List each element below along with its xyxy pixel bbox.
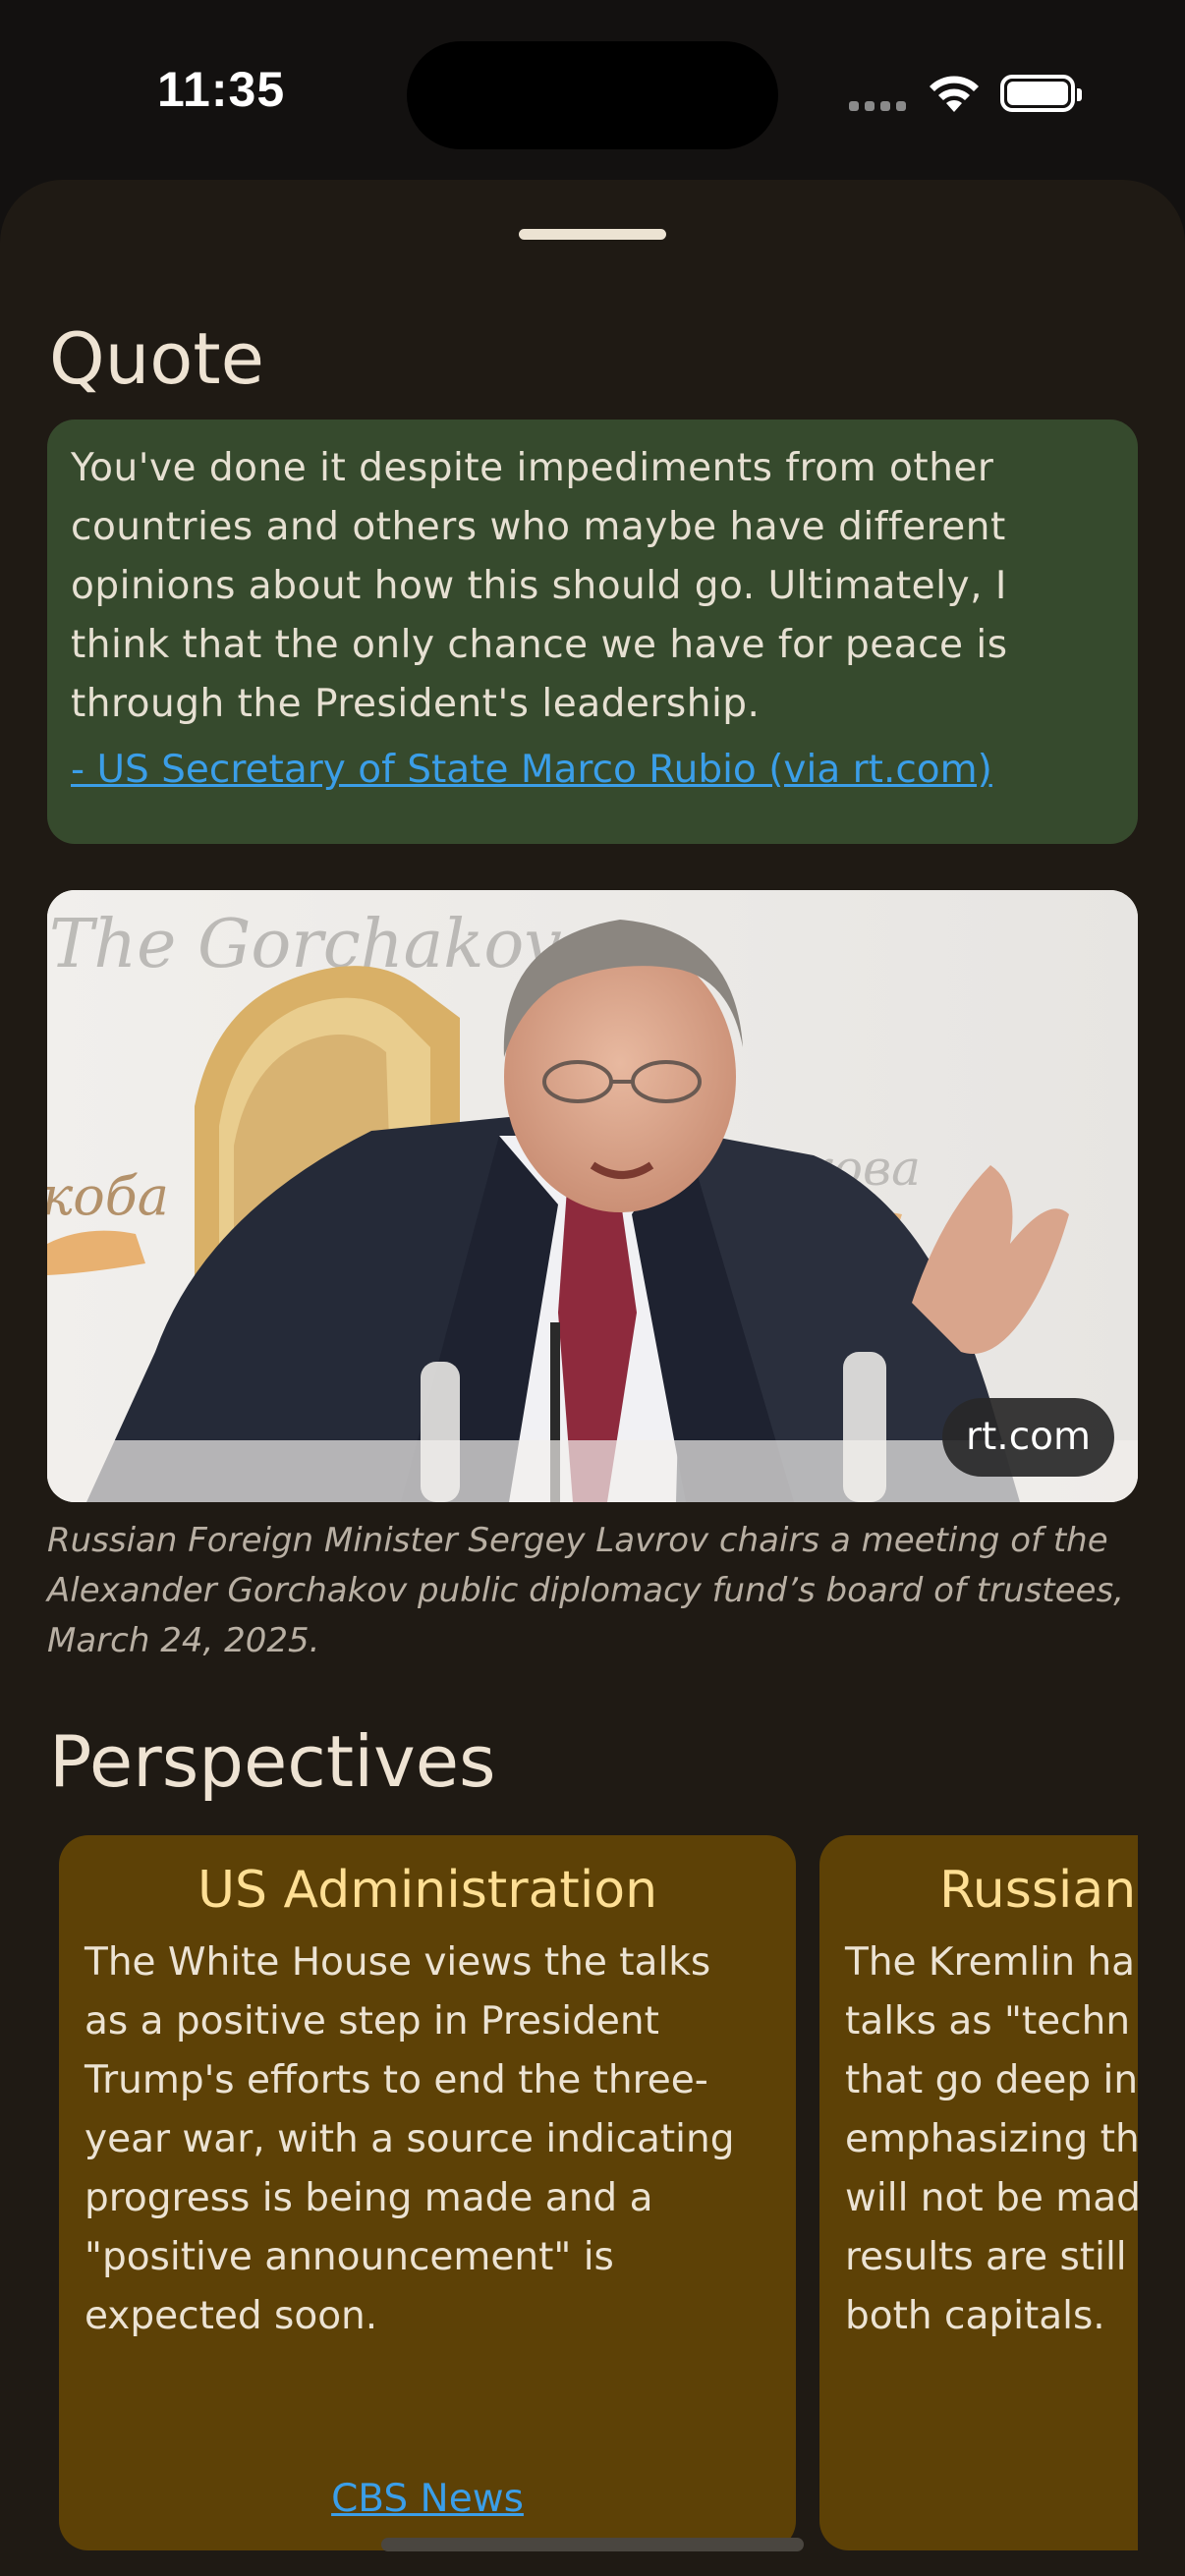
- home-indicator[interactable]: [381, 2538, 804, 2551]
- quote-source-link[interactable]: - US Secretary of State Marco Rubio (via…: [71, 748, 992, 792]
- wifi-icon: [930, 76, 979, 112]
- status-time: 11:35: [157, 62, 286, 117]
- dynamic-island: [407, 41, 778, 149]
- quote-text: You've done it despite impediments from …: [71, 446, 1008, 726]
- perspective-card-us[interactable]: US Administration The White House views …: [59, 1835, 796, 2550]
- perspective-card-body: The White House views the talks as a pos…: [85, 1940, 735, 2338]
- photo-caption: Russian Foreign Minister Sergey Lavrov c…: [47, 1521, 1124, 1660]
- battery-icon: [1000, 75, 1082, 112]
- status-bar: 11:35: [0, 0, 1185, 177]
- perspective-card-russian[interactable]: Russian The Kremlin ha talks as "techn t…: [819, 1835, 1138, 2550]
- bottom-sheet: Quote You've done it despite impediments…: [0, 180, 1185, 2576]
- sheet-grabber-handle[interactable]: [519, 229, 666, 240]
- backdrop-text-left: The Gorchakov: [49, 906, 562, 983]
- photo-source-badge[interactable]: rt.com: [941, 1398, 1114, 1477]
- quote-heading: Quote: [49, 317, 264, 400]
- perspective-card-title: Russian: [939, 1861, 1137, 1920]
- article-photo: The Gorchakov коба кова rt.com: [47, 890, 1138, 1502]
- perspective-card-title: US Administration: [197, 1861, 658, 1920]
- quote-card: You've done it despite impediments from …: [47, 420, 1138, 844]
- backdrop-text-mid-left: коба: [47, 1165, 169, 1227]
- perspectives-heading: Perspectives: [49, 1720, 496, 1803]
- perspectives-carousel[interactable]: US Administration The White House views …: [59, 1835, 1138, 2552]
- perspective-card-body: The Kremlin ha talks as "techn that go d…: [845, 1940, 1138, 2338]
- cellular-signal-icon: [849, 101, 906, 111]
- perspective-source-link[interactable]: CBS News: [59, 2477, 796, 2521]
